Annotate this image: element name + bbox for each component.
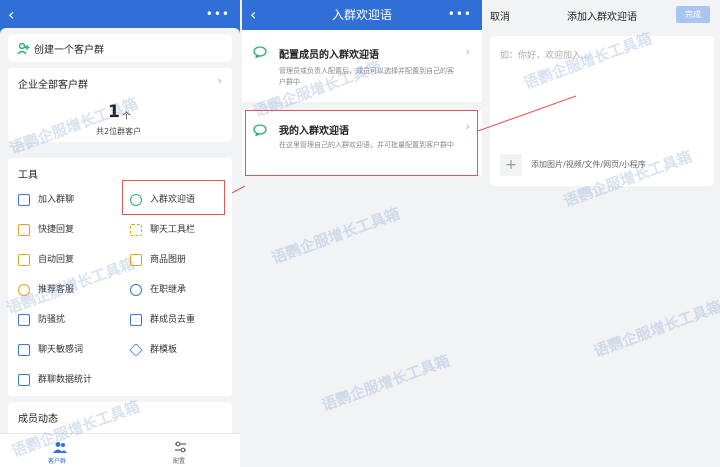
connector-lines [231, 95, 577, 194]
